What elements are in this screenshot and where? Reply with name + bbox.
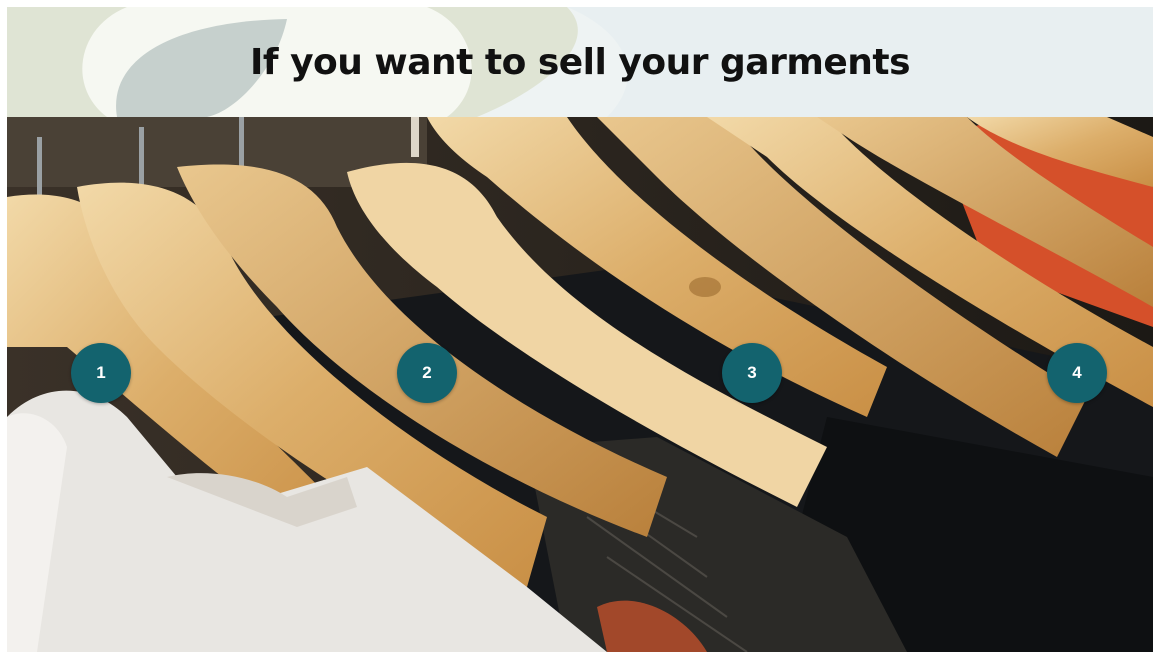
slide-title: If you want to sell your garments	[249, 42, 911, 83]
step-4-label: 4	[1072, 363, 1082, 382]
clothes-on-hangers-image	[7, 117, 1153, 652]
slide-header: If you want to sell your garments	[7, 7, 1153, 117]
step-2-label: 2	[422, 363, 432, 382]
step-3-button[interactable]: 3	[722, 343, 782, 403]
hangers-photo	[7, 117, 1153, 652]
step-1-button[interactable]: 1	[71, 343, 131, 403]
slide: If you want to sell your garments 1 2 3 …	[7, 7, 1153, 652]
step-1-label: 1	[96, 363, 106, 382]
step-3-label: 3	[747, 363, 757, 382]
step-4-button[interactable]: 4	[1047, 343, 1107, 403]
step-2-button[interactable]: 2	[397, 343, 457, 403]
